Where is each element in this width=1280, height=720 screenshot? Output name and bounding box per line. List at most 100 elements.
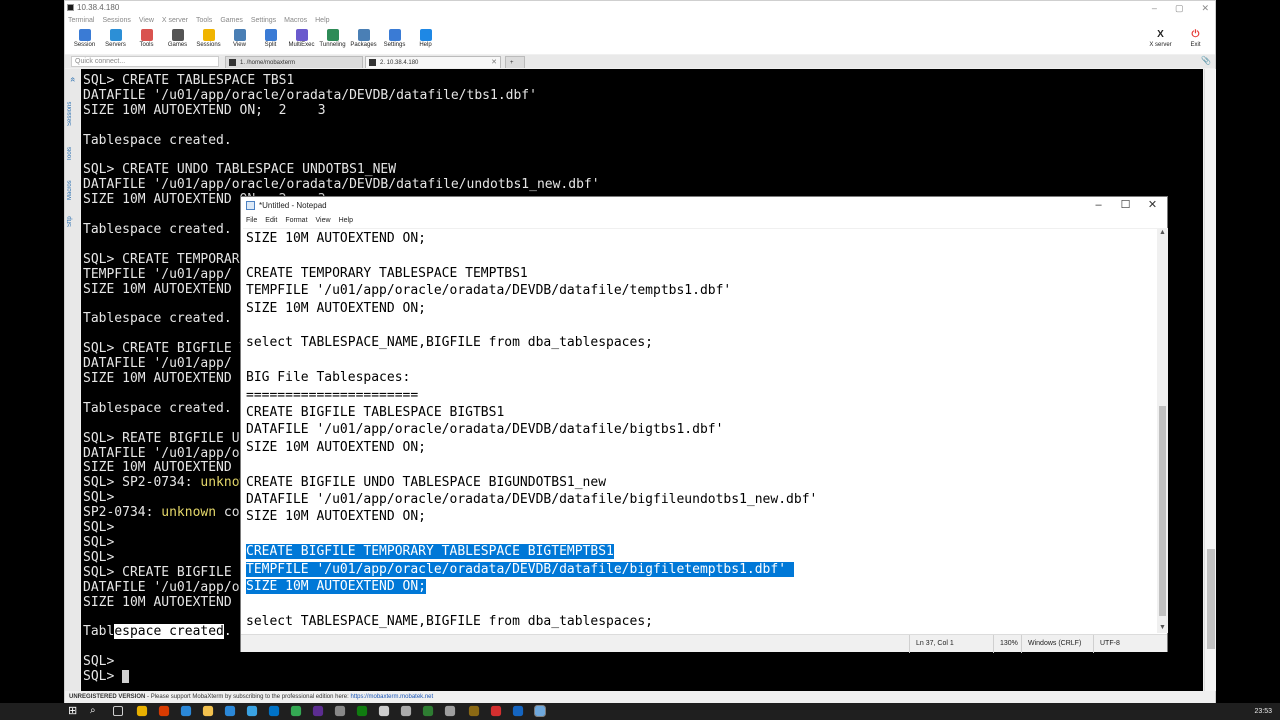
maximize-icon[interactable]: ☐ [1112,197,1139,215]
sidebar-tab-tools[interactable]: Tools [67,141,78,167]
terminal-line: Tablespace created. [83,400,232,416]
menu-tools[interactable]: Tools [196,15,212,27]
encoding: UTF-8 [1093,635,1167,653]
toolbar-button-view[interactable]: View [224,27,255,54]
toolbar-button-multiexec[interactable]: MultiExec [286,27,317,54]
menu-view[interactable]: View [316,215,331,227]
app-icon-6[interactable] [356,705,368,717]
menu-help[interactable]: Help [339,215,353,227]
toolbar-button-label: MultiExec [288,42,315,48]
menu-sessions[interactable]: Sessions [102,15,130,27]
notepad-titlebar: *Untitled - Notepad – ☐ ✕ [241,197,1167,215]
app-icon-2[interactable] [158,705,170,717]
menu-terminal[interactable]: Terminal [68,15,94,27]
terminal-line: SQL> CREATE BIGFILE T [83,341,248,357]
quick-connect-input[interactable]: Quick connect... [71,56,219,67]
mobaxterm-tab-row: Quick connect... 1. /home/mobaxterm 2. 1… [65,55,1215,68]
menu-view[interactable]: View [139,15,154,27]
sidebar-tab-macros[interactable]: Macros [67,173,78,207]
terminal-scrollbar-thumb[interactable] [1207,549,1215,649]
app-icon-3[interactable] [180,705,192,717]
tab-remote-session[interactable]: 2. 10.38.4.180 ✕ [365,56,501,68]
menu-games[interactable]: Games [220,15,243,27]
terminal-line: SQL> [83,654,115,670]
mobaxterm-titlebar: 10.38.4.180 – ▢ ✕ [65,1,1215,15]
notepad-line: CREATE BIGFILE TABLESPACE BIGTBS1 [246,404,504,421]
menu-help[interactable]: Help [315,15,329,27]
menu-settings[interactable]: Settings [251,15,276,27]
terminal-line: SQL> CREATE TEMPORARY [83,251,248,267]
terminal-line: DATAFILE '/u01/app/or [83,445,248,461]
menu-xserver[interactable]: X server [162,15,188,27]
taskbar-clock[interactable]: 23:53 [1254,703,1272,720]
toolbar-button-settings[interactable]: Settings [379,27,410,54]
notepad-scrollbar[interactable]: ▲ ▼ [1157,228,1168,633]
sidebar-tab-sessions[interactable]: Sessions [67,91,78,137]
notepad-line: select TABLESPACE_NAME,BIGFILE from dba_… [246,613,653,630]
notepad-scrollbar-thumb[interactable] [1159,406,1166,616]
scroll-up-icon[interactable]: ▲ [1157,228,1168,238]
app-icon-13[interactable] [512,705,524,717]
notepad-line: TEMPFILE '/u01/app/oracle/oradata/DEVDB/… [246,282,731,299]
windows-start-icon[interactable]: ⊞ [68,705,80,717]
new-tab-button[interactable]: + [505,56,525,68]
toolbar-button-tools[interactable]: Tools [131,27,162,54]
close-icon[interactable]: ✕ [1201,1,1209,15]
edge-browser-icon[interactable] [246,705,258,717]
app-icon-10[interactable] [444,705,456,717]
zoom-level: 130% [993,635,1021,653]
minimize-icon[interactable]: – [1085,197,1112,215]
file-explorer-icon[interactable] [202,705,214,717]
terminal-line: SIZE 10M AUTOEXTEND ON; 2 3 [83,102,326,118]
mobaxterm-window-buttons: – ▢ ✕ [1152,1,1209,15]
terminal-line: SIZE 10M AUTOEXTEND [83,281,240,297]
app-icon-5[interactable] [334,705,346,717]
menu-file[interactable]: File [246,215,257,227]
pin-icon[interactable]: 📎 [1201,56,1211,65]
tab-close-icon[interactable]: ✕ [491,57,497,69]
toolbar-button-x-server[interactable]: X X server [1145,27,1176,54]
sidebar-collapse-icon[interactable]: » [67,73,78,85]
app-icon-7[interactable] [378,705,390,717]
chrome-icon[interactable] [290,705,302,717]
app-icon-9[interactable] [422,705,434,717]
terminal-line: SQL> [83,534,115,550]
notepad-window: *Untitled - Notepad – ☐ ✕ File Edit Form… [240,196,1168,653]
edge-icon[interactable] [224,705,236,717]
outlook-icon[interactable] [268,705,280,717]
toolbar-button-tunneling[interactable]: Tunneling [317,27,348,54]
task-view-icon[interactable] [113,706,123,716]
app-icon-4[interactable] [312,705,324,717]
app-icon-1[interactable] [136,705,148,717]
search-icon[interactable]: ⌕ [90,705,102,717]
toolbar-button-servers[interactable]: Servers [100,27,131,54]
mobaxterm-link[interactable]: https://mobaxterm.mobatek.net [350,694,433,700]
minimize-icon[interactable]: – [1152,1,1157,15]
close-icon[interactable]: ✕ [1139,197,1166,215]
toolbar-button-help[interactable]: Help [410,27,441,54]
menu-edit[interactable]: Edit [265,215,277,227]
terminal-scrollbar[interactable] [1204,69,1216,691]
menu-format[interactable]: Format [285,215,307,227]
notepad-text: CREATE BIGFILE TABLESPACE BIGTBS1 [246,405,505,420]
notepad-text-area[interactable]: SIZE 10M AUTOEXTEND ON; CREATE TEMPORARY … [243,228,1159,633]
notepad-taskbar-icon[interactable] [534,705,546,717]
app-icon-8[interactable] [400,705,412,717]
toolbar-button-packages[interactable]: Packages [348,27,379,54]
app-icon-12[interactable] [490,705,502,717]
toolbar-button-sessions[interactable]: Sessions [193,27,224,54]
sidebar-tab-sftp[interactable]: Sftp [67,211,78,233]
app-icon-11[interactable] [468,705,480,717]
toolbar-button-games[interactable]: Games [162,27,193,54]
menu-macros[interactable]: Macros [284,15,307,27]
help-icon [419,29,432,41]
toolbar-button-label: Settings [383,42,406,48]
tab-home-mobaxterm[interactable]: 1. /home/mobaxterm [225,56,363,68]
toolbar-button-session[interactable]: Session [69,27,100,54]
toolbar-button-split[interactable]: Split [255,27,286,54]
notepad-text: SIZE 10M AUTOEXTEND ON; [246,439,427,455]
scroll-down-icon[interactable]: ▼ [1157,623,1168,633]
notepad-selected-text: CREATE BIGFILE TEMPORARY TABLESPACE BIGT… [246,544,614,560]
toolbar-button-exit[interactable]: ⏻ Exit [1180,27,1211,54]
maximize-icon[interactable]: ▢ [1175,1,1184,15]
